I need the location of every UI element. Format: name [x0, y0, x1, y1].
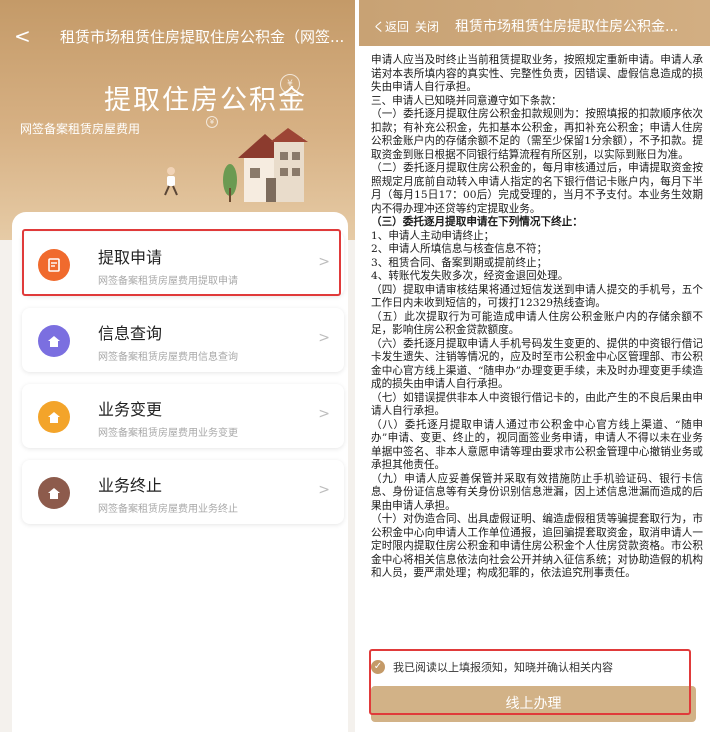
notice-paragraph: （十）对伪造合同、出具虚假证明、编造虚假租赁等骗提套取行为，市公积金中心向申请人…	[371, 513, 703, 579]
back-button[interactable]: く返回	[373, 18, 409, 35]
right-screen: く返回 关闭 租赁市场租赁住房提取住房公积金... 申请人应当及时终止当前租赁提…	[359, 0, 710, 732]
menu-card-business-change[interactable]: 业务变更 网签备案租赁房屋费用业务变更 >	[22, 384, 344, 448]
highlight-box-agreement	[369, 649, 691, 715]
notice-paragraph: 4、转账代发失败多次，经资金退回处理。	[371, 270, 569, 282]
menu-card-info-query[interactable]: 信息查询 网签备案租赁房屋费用信息查询 >	[22, 308, 344, 372]
chevron-right-icon: >	[318, 330, 330, 346]
menu-card-label: 业务变更	[98, 400, 163, 419]
house-illustration-icon	[223, 128, 308, 202]
coin-icon: ¥	[206, 116, 218, 128]
nav-title: 租赁市场租赁住房提取住房公积金（网签...	[60, 28, 345, 46]
menu-card-label: 业务终止	[98, 476, 163, 495]
back-button[interactable]: <	[14, 24, 31, 48]
top-nav: く返回 关闭 租赁市场租赁住房提取住房公积金...	[359, 0, 710, 46]
notice-paragraph: 3、租赁合同、备案到期或提前终止；	[371, 256, 548, 269]
notice-paragraph: 2、申请人所填信息与核查信息不符；	[371, 243, 548, 255]
notice-paragraph: 三、申请人已知晓并同意遵守如下条款：	[371, 94, 562, 107]
notice-paragraph: （三）委托逐月提取申请在下列情况下终止：	[371, 216, 583, 228]
house-search-icon	[38, 325, 70, 357]
notice-paragraph: （五）此次提取行为可能造成申请人住房公积金账户内的存储余额不足，影响住房公积金贷…	[371, 310, 703, 337]
notice-paragraph: （八）委托逐月提取申请人通过市公积金中心官方线上渠道、“随申办”申请、变更、终止…	[371, 418, 703, 472]
notice-document: 申请人应当及时终止当前租赁提取业务，按照规定重新申请。申请人承诺对本表所填内容的…	[371, 54, 703, 581]
notice-paragraph: （九）申请人应妥善保管并采取有效措施防止手机验证码、银行卡信息、身份证信息等有关…	[371, 472, 703, 512]
coin-icon: ¥	[280, 74, 300, 94]
hero-subtitle: 网签备案租赁房屋费用	[20, 122, 141, 136]
notice-paragraph: （七）如错误提供非本人中资银行借记卡的，由此产生的不良后果由申请人自行承担。	[371, 391, 703, 418]
house-stop-icon	[38, 477, 70, 509]
notice-paragraph: 1、申请人主动申请终止；	[371, 229, 495, 242]
menu-card-business-terminate[interactable]: 业务终止 网签备案租赁房屋费用业务终止 >	[22, 460, 344, 524]
menu-card-label: 信息查询	[98, 324, 163, 343]
notice-paragraph: 申请人应当及时终止当前租赁提取业务，按照规定重新申请。申请人承诺对本表所填内容的…	[371, 54, 703, 93]
close-button[interactable]: 关闭	[415, 18, 439, 35]
highlight-box-withdraw-apply	[22, 229, 341, 296]
nav-title: 租赁市场租赁住房提取住房公积金...	[455, 19, 679, 35]
chevron-right-icon: >	[318, 482, 330, 498]
notice-paragraph: （一）委托逐月提取住房公积金扣款规则为：按照填报的扣款顺序依次扣款；有补充公积金…	[371, 108, 703, 161]
left-screen: < 租赁市场租赁住房提取住房公积金（网签... 提取住房公积金 网签备案租赁房屋…	[0, 0, 355, 732]
hero-title: 提取住房公积金	[104, 85, 307, 116]
house-change-icon	[38, 401, 70, 433]
menu-card-desc: 网签备案租赁房屋费用业务终止	[98, 504, 238, 515]
person-icon	[164, 167, 178, 196]
menu-card-desc: 网签备案租赁房屋费用信息查询	[98, 352, 238, 363]
notice-paragraph: （六）委托逐月提取申请人手机号码发生变更的、提供的中资银行借记卡发生遗失、注销等…	[371, 337, 703, 391]
top-nav: < 租赁市场租赁住房提取住房公积金（网签...	[0, 22, 355, 50]
hero-banner: < 租赁市场租赁住房提取住房公积金（网签... 提取住房公积金 网签备案租赁房屋…	[0, 0, 355, 240]
menu-card-desc: 网签备案租赁房屋费用业务变更	[98, 428, 238, 439]
chevron-right-icon: >	[318, 406, 330, 422]
notice-paragraph: （四）提取申请审核结果将通过短信发送到申请人提交的手机号，五个工作日内未收到短信…	[371, 283, 703, 310]
notice-paragraph: （二）委托逐月提取住房公积金的，每月审核通过后，申请提取资金按照规定月底前自动转…	[371, 162, 703, 215]
